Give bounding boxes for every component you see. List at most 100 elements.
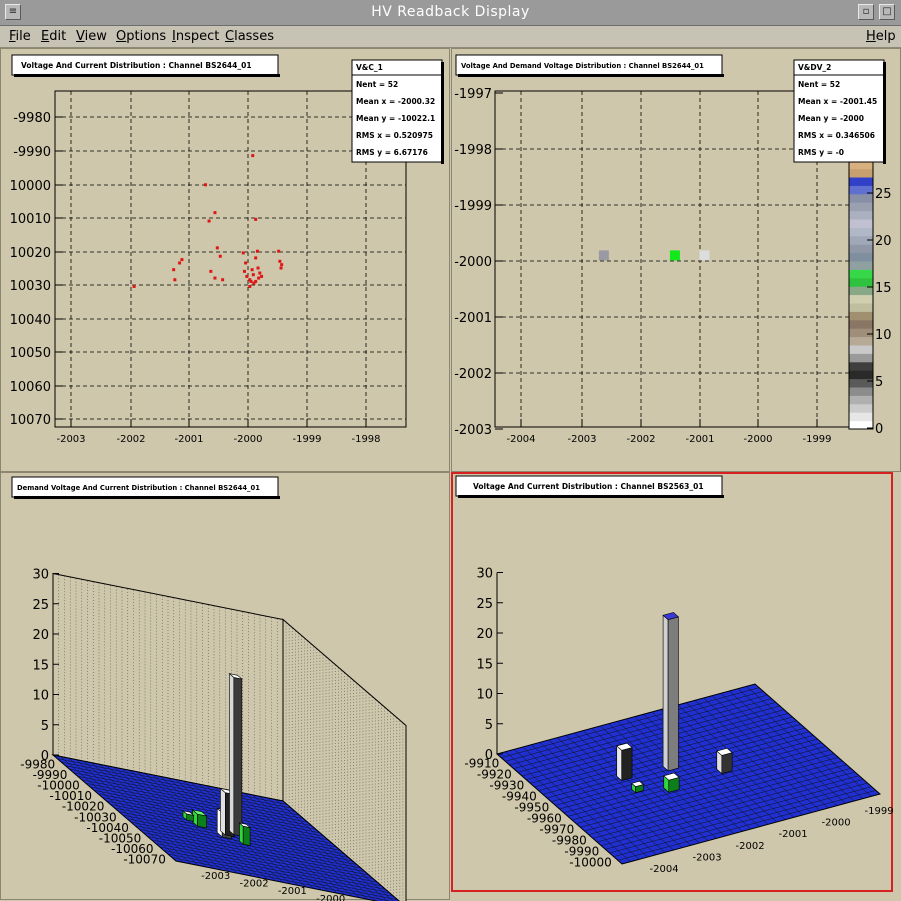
palette-tick-label: 0: [875, 422, 883, 437]
palette-swatch: [849, 320, 873, 329]
scatter-point: [260, 275, 263, 278]
pad-title: Voltage And Demand Voltage Distribution …: [461, 62, 704, 70]
y-tick-label: -1999: [454, 199, 492, 214]
menu-bar: File Edit View Options Inspect Classes H…: [0, 26, 901, 48]
z-tick-label: 15: [476, 657, 493, 672]
x-tick-label: -2003: [56, 434, 85, 445]
stats-rms-x: 0.520975: [394, 131, 433, 140]
scatter-point: [257, 267, 260, 270]
palette-tick-label: 25: [875, 187, 892, 202]
pad-1[interactable]: -2003-2002-2001-2000-1999-1998 -9980-999…: [0, 48, 450, 472]
pad-2[interactable]: -2004-2003-2002-2001-2000-1999 -1997-199…: [451, 48, 901, 472]
pad-3[interactable]: 051015202530-9980-9990-10000-10010-10020…: [0, 472, 450, 900]
scatter-point: [209, 270, 212, 273]
pad-title: Demand Voltage And Current Distribution …: [17, 484, 260, 492]
scatter-point: [244, 261, 247, 264]
palette-swatch: [849, 227, 873, 236]
scatter-point: [172, 268, 175, 271]
minimize-icon[interactable]: ▫: [858, 4, 874, 20]
palette-swatch: [849, 261, 873, 270]
x-tick-label: -2004: [650, 864, 679, 875]
palette-swatch: [849, 169, 873, 178]
y-tick-label: -10070: [123, 853, 166, 867]
svg-text:Nent = 52: Nent = 52: [356, 80, 398, 89]
maximize-icon[interactable]: □: [879, 4, 895, 20]
stats-rms-y: 6.67176: [394, 148, 428, 157]
svg-text:Mean x = -2001.45: Mean x = -2001.45: [798, 97, 877, 106]
stats-box[interactable]: V&DV_2 Nent = 52 Mean x = -2001.45 Mean …: [794, 60, 886, 164]
scatter-point: [254, 256, 257, 259]
svg-text:Mean y = -2000: Mean y = -2000: [798, 114, 864, 123]
menu-edit[interactable]: Edit: [41, 29, 66, 44]
y-tick-label: -2000: [454, 255, 492, 270]
window-titlebar[interactable]: HV Readback Display ≡ ▫ □: [0, 0, 901, 26]
lego-plot: 051015202530-9910-9920-9930-9940-9950-99…: [464, 567, 893, 876]
scatter-point: [213, 211, 216, 214]
svg-text:RMS y = -0: RMS y = -0: [798, 148, 844, 157]
menu-help[interactable]: Help: [866, 29, 896, 44]
stats-nent-label: Nent =: [798, 80, 830, 89]
scatter-point: [243, 270, 246, 273]
z-tick-label: 25: [476, 597, 493, 612]
stats-name: V&C_1: [356, 63, 383, 72]
histogram-cells: [599, 250, 710, 260]
y-tick-label: 10030: [10, 279, 51, 294]
scatter-point: [178, 261, 181, 264]
stats-box[interactable]: V&C_1 Nent = 52 Mean x = -2000.32 Mean y…: [352, 60, 444, 164]
scatter-point: [245, 275, 248, 278]
lego-bar: [663, 615, 668, 771]
lego-bar-side: [668, 617, 678, 771]
palette-tick-label: 15: [875, 281, 892, 296]
z-tick-label: 15: [32, 658, 49, 673]
window-menu-icon[interactable]: ≡: [5, 4, 21, 20]
scatter-point: [248, 285, 251, 288]
svg-text:RMS x = 0.346506: RMS x = 0.346506: [798, 131, 875, 140]
y-tick-label: -2003: [454, 423, 492, 438]
z-tick-label: 10: [32, 689, 49, 704]
x-tick-label: -2004: [506, 434, 535, 445]
scatter-point: [133, 285, 136, 288]
palette-swatch: [849, 395, 873, 404]
z-tick-label: 10: [476, 688, 493, 703]
pad-4[interactable]: 051015202530-9910-9920-9930-9940-9950-99…: [451, 472, 893, 892]
lego-bar-side: [722, 753, 732, 774]
svg-text:Mean y = -10022.1: Mean y = -10022.1: [356, 114, 435, 123]
x-tick-label: -1999: [292, 434, 321, 445]
stats-mean-x: -2000.32: [398, 97, 435, 106]
scatter-point: [216, 246, 219, 249]
svg-text:Nent = 52: Nent = 52: [798, 80, 840, 89]
y-tick-label: 10020: [10, 246, 51, 261]
pad-title: Voltage And Current Distribution : Chann…: [473, 482, 704, 491]
menu-view[interactable]: View: [76, 29, 107, 44]
scatter-point: [208, 220, 211, 223]
stats-rms-y-label: RMS y =: [798, 148, 836, 157]
palette-swatch: [849, 211, 873, 220]
y-tick-label: -2002: [454, 367, 492, 382]
stats-rms-x-label: RMS x =: [798, 131, 836, 140]
x-tick-label: -1998: [351, 434, 380, 445]
scatter-point: [280, 263, 283, 266]
scatter-point: [173, 278, 176, 281]
stats-mean-x-label: Mean x =: [798, 97, 840, 106]
y-tick-label: -1997: [454, 87, 492, 102]
z-tick-label: 30: [476, 567, 493, 582]
histogram-cell: [700, 250, 710, 260]
lego-bar-side: [622, 748, 632, 781]
y-tick-label: 10040: [10, 313, 51, 328]
menu-inspect[interactable]: Inspect: [172, 29, 219, 44]
scatter-point: [180, 258, 183, 261]
palette-swatch: [849, 345, 873, 354]
menu-file[interactable]: File: [9, 29, 31, 44]
x-tick-label: -2001: [779, 829, 808, 840]
palette-swatch: [849, 328, 873, 337]
menu-classes[interactable]: Classes: [225, 29, 274, 44]
palette-swatch: [849, 311, 873, 320]
palette-swatch: [849, 353, 873, 362]
stats-nent: 52: [388, 80, 398, 89]
y-tick-label: -2001: [454, 311, 492, 326]
z-tick-label: 5: [41, 719, 49, 734]
scatter-point: [280, 267, 283, 270]
x-tick-label: -2002: [240, 879, 269, 890]
menu-options[interactable]: Options: [116, 29, 166, 44]
z-tick-label: 20: [476, 627, 493, 642]
